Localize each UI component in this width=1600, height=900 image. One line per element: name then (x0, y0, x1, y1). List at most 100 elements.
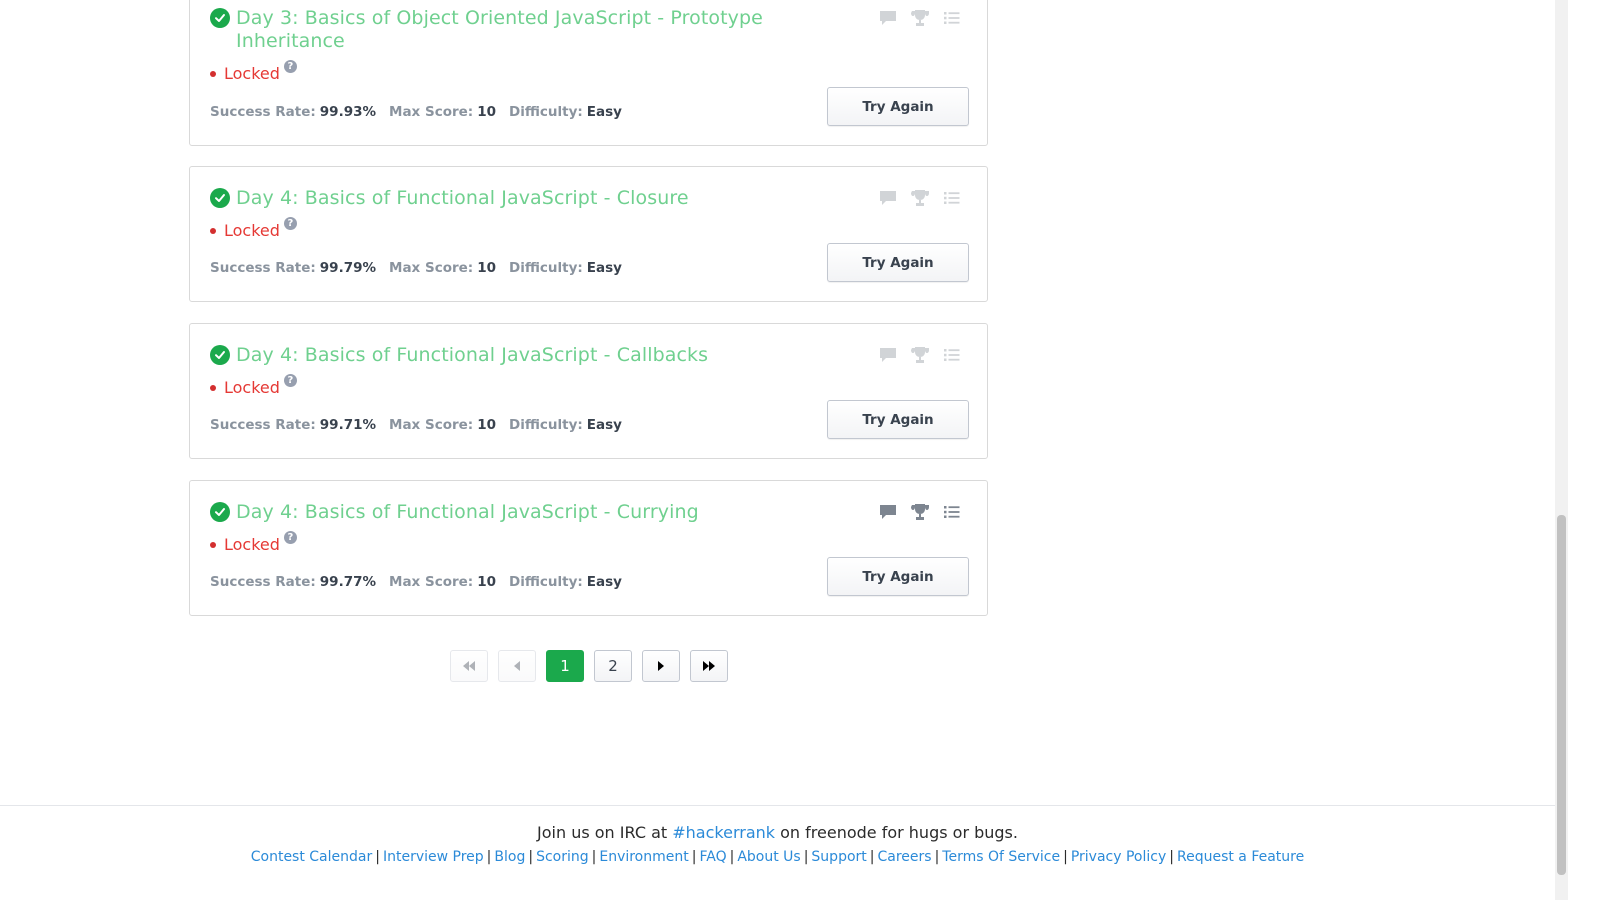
check-circle-icon (210, 8, 230, 28)
separator: | (934, 849, 940, 865)
list-icon[interactable] (942, 345, 962, 365)
discussion-icon[interactable] (878, 502, 898, 522)
first-page-icon (463, 661, 475, 671)
try-again-button[interactable]: Try Again (827, 557, 969, 596)
footer-link-environment[interactable]: Environment (599, 849, 688, 865)
first-page-button[interactable] (450, 650, 488, 682)
separator: | (528, 849, 534, 865)
challenge-title-link[interactable]: Day 4: Basics of Functional JavaScript -… (236, 501, 796, 524)
success-rate-label: Success Rate: (210, 574, 316, 590)
check-circle-icon (210, 188, 230, 208)
footer-link-contest-calendar[interactable]: Contest Calendar (251, 849, 373, 865)
footer-link-about-us[interactable]: About Us (737, 849, 800, 865)
trophy-icon[interactable] (910, 502, 930, 522)
success-rate-value: 99.93% (319, 104, 377, 120)
trophy-icon[interactable] (910, 345, 930, 365)
challenge-card: Day 4: Basics of Functional JavaScript -… (189, 323, 988, 459)
max-score-label: Max Score: (389, 574, 474, 590)
status-dot-icon (210, 384, 216, 391)
footer-link-interview-prep[interactable]: Interview Prep (383, 849, 484, 865)
discussion-icon[interactable] (878, 188, 898, 208)
max-score-label: Max Score: (389, 417, 474, 433)
previous-page-button[interactable] (498, 650, 536, 682)
last-page-button[interactable] (690, 650, 728, 682)
difficulty-label: Difficulty: (508, 260, 583, 276)
difficulty-value: Easy (586, 574, 622, 590)
try-again-button[interactable]: Try Again (827, 243, 969, 282)
success-rate-value: 99.71% (319, 417, 377, 433)
separator: | (486, 849, 492, 865)
last-page-icon (703, 661, 715, 671)
challenge-title-link[interactable]: Day 3: Basics of Object Oriented JavaScr… (236, 7, 796, 53)
irc-channel-link[interactable]: #hackerrank (672, 823, 775, 842)
difficulty-label: Difficulty: (508, 104, 583, 120)
list-icon[interactable] (942, 502, 962, 522)
status-label: Locked (224, 221, 280, 240)
discussion-icon[interactable] (878, 345, 898, 365)
page-button-1[interactable]: 1 (546, 650, 584, 682)
status-locked: Locked ? (210, 374, 297, 397)
previous-page-icon (514, 661, 520, 671)
status-locked: Locked ? (210, 531, 297, 554)
trophy-icon[interactable] (910, 188, 930, 208)
challenge-card: Day 3: Basics of Object Oriented JavaScr… (189, 0, 988, 146)
separator: | (869, 849, 875, 865)
success-rate-label: Success Rate: (210, 104, 316, 120)
irc-line: Join us on IRC at #hackerrank on freenod… (0, 823, 1555, 842)
footer-link-careers[interactable]: Careers (877, 849, 931, 865)
success-rate-label: Success Rate: (210, 417, 316, 433)
help-icon[interactable]: ? (283, 531, 297, 544)
page-button-2[interactable]: 2 (594, 650, 632, 682)
try-again-button[interactable]: Try Again (827, 87, 969, 126)
try-again-button[interactable]: Try Again (827, 400, 969, 439)
pagination: 1 2 (450, 650, 728, 682)
difficulty-label: Difficulty: (508, 417, 583, 433)
status-label: Locked (224, 378, 280, 397)
help-icon[interactable]: ? (283, 217, 297, 230)
footer-link-faq[interactable]: FAQ (699, 849, 726, 865)
status-label: Locked (224, 535, 280, 554)
status-dot-icon (210, 227, 216, 234)
trophy-icon[interactable] (910, 8, 930, 28)
max-score-value: 10 (477, 104, 496, 120)
footer-link-terms-of-service[interactable]: Terms Of Service (942, 849, 1060, 865)
footer: Join us on IRC at #hackerrank on freenod… (0, 805, 1555, 900)
max-score-value: 10 (477, 574, 496, 590)
challenge-meta: Success Rate: 99.71% Max Score: 10 Diffi… (210, 417, 635, 433)
next-page-button[interactable] (642, 650, 680, 682)
separator: | (375, 849, 380, 865)
challenge-title-link[interactable]: Day 4: Basics of Functional JavaScript -… (236, 187, 796, 210)
footer-link-support[interactable]: Support (811, 849, 866, 865)
discussion-icon[interactable] (878, 8, 898, 28)
challenge-meta: Success Rate: 99.93% Max Score: 10 Diffi… (210, 104, 635, 120)
max-score-value: 10 (477, 260, 496, 276)
status-dot-icon (210, 541, 216, 548)
difficulty-label: Difficulty: (508, 574, 583, 590)
footer-links: Contest Calendar | Interview Prep | Blog | Sco… (0, 849, 1555, 865)
help-icon[interactable]: ? (283, 374, 297, 387)
difficulty-value: Easy (586, 260, 622, 276)
challenge-meta: Success Rate: 99.79% Max Score: 10 Diffi… (210, 260, 635, 276)
footer-link-request-a-feature[interactable]: Request a Feature (1177, 849, 1304, 865)
challenge-card: Day 4: Basics of Functional JavaScript -… (189, 166, 988, 302)
challenge-title-link[interactable]: Day 4: Basics of Functional JavaScript -… (236, 344, 796, 367)
footer-link-privacy-policy[interactable]: Privacy Policy (1071, 849, 1166, 865)
help-icon[interactable]: ? (283, 60, 297, 73)
footer-link-scoring[interactable]: Scoring (536, 849, 589, 865)
success-rate-value: 99.79% (319, 260, 377, 276)
page: Day 3: Basics of Object Oriented JavaScr… (0, 0, 1600, 900)
scrollbar-thumb[interactable] (1557, 515, 1566, 875)
max-score-label: Max Score: (389, 260, 474, 276)
separator: | (729, 849, 735, 865)
success-rate-label: Success Rate: (210, 260, 316, 276)
list-icon[interactable] (942, 188, 962, 208)
success-rate-value: 99.77% (319, 574, 377, 590)
difficulty-value: Easy (586, 417, 622, 433)
challenge-meta: Success Rate: 99.77% Max Score: 10 Diffi… (210, 574, 635, 590)
status-locked: Locked ? (210, 217, 297, 240)
vertical-scrollbar[interactable] (1555, 0, 1568, 900)
list-icon[interactable] (942, 8, 962, 28)
footer-link-blog[interactable]: Blog (494, 849, 525, 865)
check-circle-icon (210, 502, 230, 522)
irc-suffix: on freenode for hugs or bugs. (780, 823, 1018, 842)
